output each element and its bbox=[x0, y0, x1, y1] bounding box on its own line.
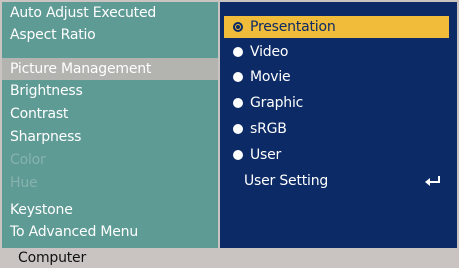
radio-icon bbox=[233, 47, 243, 57]
menu-item-advanced-menu[interactable]: To Advanced Menu bbox=[2, 221, 218, 243]
menu-item-color: Color bbox=[10, 152, 46, 168]
option-label: Graphic bbox=[250, 95, 304, 111]
radio-icon bbox=[233, 72, 243, 82]
option-video[interactable]: Video bbox=[224, 41, 449, 63]
picture-management-panel: Presentation Video Movie Graphic sRGB Us… bbox=[220, 2, 457, 248]
option-label: Presentation bbox=[250, 19, 336, 35]
radio-icon bbox=[233, 150, 243, 160]
option-movie[interactable]: Movie bbox=[224, 66, 449, 88]
option-label: User bbox=[250, 147, 282, 163]
menu-item-contrast[interactable]: Contrast bbox=[2, 103, 218, 125]
menu-item-aspect-ratio[interactable]: Aspect Ratio bbox=[2, 24, 218, 46]
radio-icon bbox=[233, 124, 243, 134]
enter-return-icon[interactable] bbox=[424, 174, 442, 188]
menu-item-picture-management[interactable]: Picture Management bbox=[2, 58, 218, 80]
option-graphic[interactable]: Graphic bbox=[224, 92, 449, 114]
user-setting-item[interactable]: User Setting bbox=[244, 170, 328, 192]
option-label: sRGB bbox=[250, 121, 287, 137]
menu-item-auto-adjust[interactable]: Auto Adjust Executed bbox=[2, 2, 218, 24]
option-label: Movie bbox=[250, 69, 291, 85]
menu-item-hue: Hue bbox=[10, 175, 38, 191]
option-user[interactable]: User bbox=[224, 144, 449, 166]
menu-item-sharpness[interactable]: Sharpness bbox=[2, 126, 218, 148]
radio-selected-icon bbox=[233, 22, 243, 32]
menu-item-keystone[interactable]: Keystone bbox=[2, 199, 218, 221]
menu-item-brightness[interactable]: Brightness bbox=[2, 80, 218, 102]
radio-icon bbox=[233, 98, 243, 108]
main-menu-panel: Auto Adjust Executed Aspect Ratio Pictur… bbox=[2, 2, 218, 248]
option-label: Video bbox=[250, 44, 289, 60]
option-presentation[interactable]: Presentation bbox=[224, 16, 449, 38]
osd-menu: Auto Adjust Executed Aspect Ratio Pictur… bbox=[0, 0, 459, 268]
option-srgb[interactable]: sRGB bbox=[224, 118, 449, 140]
input-source-status: Computer bbox=[18, 250, 86, 266]
